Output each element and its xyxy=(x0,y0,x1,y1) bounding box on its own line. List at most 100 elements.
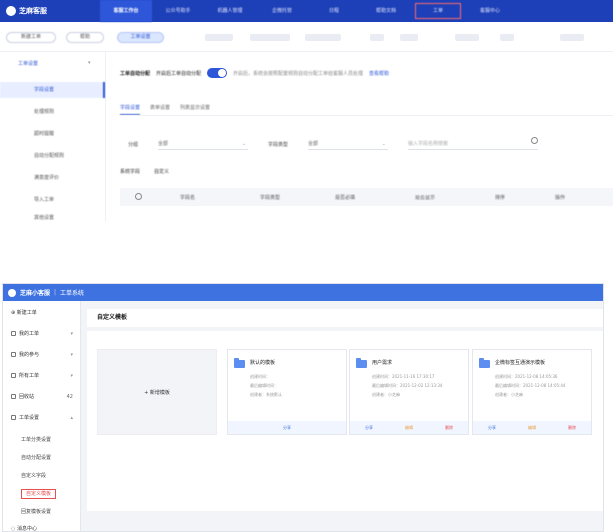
auto-assign-toggle[interactable] xyxy=(207,68,228,78)
bottom-screenshot: 芝麻小客服 | 工单系统 ⊕ 新建工单 我的工单 ▾ 我的参与 ▾ 所有工单 ▾… xyxy=(2,283,604,532)
delete-button[interactable]: 删除 xyxy=(445,425,453,431)
nav-item-help-docs[interactable]: 帮助文档 xyxy=(360,0,412,22)
field-subtabs: 系统字段 自定义 xyxy=(120,168,169,175)
column-header: 排序 xyxy=(495,195,506,201)
template-creator: 创建者：小芝麻 xyxy=(372,392,400,397)
sidebar-sub-custom-templates[interactable]: 自定义模板 xyxy=(3,488,81,500)
sidebar-item-field-settings[interactable]: 字段设置 xyxy=(0,82,105,98)
template-card[interactable]: 默认的模板 创建时间： 最后编辑时间： 创建者：系统默认 分享 xyxy=(227,349,347,435)
sidebar-item-label: 所有工单 xyxy=(19,373,40,379)
filter-type-value: 全部 xyxy=(308,141,319,147)
sidebar-item-participated[interactable]: 我的参与 ▾ xyxy=(3,349,81,361)
select-all-checkbox[interactable] xyxy=(135,193,142,200)
tab-form-settings[interactable]: 表单设置 xyxy=(150,104,170,115)
sidebar-sub-reply-templates[interactable]: 回复模板设置 xyxy=(3,506,81,518)
nav-item-workbench[interactable]: 客服工作台 xyxy=(100,0,152,22)
active-page-tab[interactable]: 工单设置 xyxy=(117,32,164,43)
help-button[interactable]: 帮助 xyxy=(66,32,104,43)
chevron-down-icon: ▾ xyxy=(70,373,73,379)
sidebar-item-all-tickets[interactable]: 所有工单 ▾ xyxy=(3,370,81,382)
add-template-button[interactable]: + 新增模板 xyxy=(97,349,217,435)
tab-field-settings[interactable]: 字段设置 xyxy=(120,104,141,115)
sidebar-item-import[interactable]: 导入工单 xyxy=(0,192,105,208)
top-logo[interactable]: 芝麻客服 xyxy=(6,5,62,17)
sidebar-header[interactable]: 工单设置 ▾ xyxy=(18,60,91,67)
nav-item-service-center[interactable]: 客服中心 xyxy=(464,0,516,22)
top-menu: 客服工作台 公众号助手 机器人管理 企微托管 日程 帮助文档 工单 客服中心 xyxy=(100,0,516,22)
toolbar-placeholder xyxy=(400,34,418,41)
auto-assign-row: 工单自动分配 开启后工单自动分配 开启后，系统会按照配置规则自动分配工单给客服人… xyxy=(120,68,389,78)
template-modified: 最后编辑时间：2021-12-08 14:05:44 xyxy=(495,383,566,388)
filter-group-select[interactable]: 全部 ⌄ xyxy=(158,138,248,150)
chevron-down-icon: ▾ xyxy=(70,331,73,337)
people-icon xyxy=(11,352,16,357)
column-header: 字段类型 xyxy=(260,195,281,201)
nav-item-official-account[interactable]: 公众号助手 xyxy=(152,0,204,22)
chevron-down-icon: ▾ xyxy=(88,60,91,66)
toolbar-placeholder xyxy=(370,34,384,41)
sidebar-item-process-rules[interactable]: 处理规则 xyxy=(0,104,105,120)
sidebar-item-recycle-bin[interactable]: 回收站 42 xyxy=(3,391,81,403)
bottom-main: 自定义模板 + 新增模板 默认的模板 创建时间： 最后编辑时间： 创建者：系统默… xyxy=(87,309,603,531)
share-button[interactable]: 分享 xyxy=(283,425,291,431)
sidebar-item-message-center[interactable]: ◌ 消息中心 xyxy=(3,523,81,532)
logo-text: 芝麻客服 xyxy=(19,7,47,15)
column-header: 操作 xyxy=(555,195,566,201)
template-creator: 创建者：系统默认 xyxy=(250,392,282,397)
delete-button[interactable]: 删除 xyxy=(568,425,576,431)
toolbar-placeholder xyxy=(305,34,341,41)
sidebar-item-label: 我的工单 xyxy=(19,331,40,337)
template-card[interactable]: 企微标签互通演示模板 创建时间：2021-12-08 14:05:36 最后编辑… xyxy=(472,349,592,435)
sidebar-sub-auto-assign[interactable]: 自动分配设置 xyxy=(3,452,81,464)
nav-item-schedule[interactable]: 日程 xyxy=(308,0,360,22)
sidebar-sub-category[interactable]: 工单分类设置 xyxy=(3,434,81,446)
top-nav-bar: 芝麻客服 客服工作台 公众号助手 机器人管理 企微托管 日程 帮助文档 工单 客… xyxy=(0,0,613,22)
toolbar-placeholder xyxy=(500,34,514,41)
bottom-sidebar: ⊕ 新建工单 我的工单 ▾ 我的参与 ▾ 所有工单 ▾ 回收站 42 工单设置 … xyxy=(3,301,81,532)
chevron-down-icon: ⌄ xyxy=(241,141,246,147)
sidebar-item-satisfaction[interactable]: 满意度评价 xyxy=(0,170,105,186)
search-icon[interactable] xyxy=(531,137,538,144)
subtab-system-fields[interactable]: 系统字段 xyxy=(120,168,140,175)
bottom-header: 芝麻小客服 | 工单系统 xyxy=(3,284,603,301)
chevron-down-icon: ▾ xyxy=(70,352,73,358)
trash-icon xyxy=(11,394,16,399)
nav-item-robot[interactable]: 机器人管理 xyxy=(204,0,256,22)
top-toolbar: 新建工单 帮助 工单设置 xyxy=(0,22,613,52)
sidebar-item-auto-assign[interactable]: 自动分配规则 xyxy=(0,148,105,164)
page-title: 自定义模板 xyxy=(87,309,603,327)
nav-item-wecom[interactable]: 企微托管 xyxy=(256,0,308,22)
toolbar-placeholder xyxy=(250,34,290,41)
subtab-custom[interactable]: 自定义 xyxy=(154,168,169,175)
nav-item-tickets[interactable]: 工单 xyxy=(412,0,464,22)
field-search-input[interactable]: 输入字段名称搜索 xyxy=(408,137,538,150)
toolbar-placeholder xyxy=(560,34,584,41)
brand-name[interactable]: 芝麻小客服 xyxy=(20,288,50,297)
share-button[interactable]: 分享 xyxy=(488,425,496,431)
sidebar-item-my-tickets[interactable]: 我的工单 ▾ xyxy=(3,328,81,340)
sidebar-item-ticket-settings[interactable]: 工单设置 ▴ xyxy=(3,412,81,424)
folder-icon xyxy=(479,358,490,368)
auto-assign-title: 工单自动分配 xyxy=(120,70,151,77)
share-button[interactable]: 分享 xyxy=(365,425,373,431)
filter-group-label: 分组 xyxy=(128,142,139,148)
tab-list-display[interactable]: 列表显示设置 xyxy=(180,104,210,115)
sidebar-item-label: 工单设置 xyxy=(19,415,40,421)
help-link[interactable]: 查看帮助 xyxy=(369,70,389,77)
search-placeholder: 输入字段名称搜索 xyxy=(408,141,449,147)
edit-button[interactable]: 编辑 xyxy=(528,425,536,431)
header-separator: | xyxy=(54,289,57,296)
filter-type-select[interactable]: 全部 ⌄ xyxy=(308,138,388,150)
filter-group-value: 全部 xyxy=(158,141,169,147)
edit-button[interactable]: 编辑 xyxy=(405,425,413,431)
new-ticket-button[interactable]: 新建工单 xyxy=(6,32,56,43)
sidebar-sub-custom-fields[interactable]: 自定义字段 xyxy=(3,470,81,482)
sidebar-item-label: 我的参与 xyxy=(19,352,40,358)
sidebar-item-timeout[interactable]: 超时提醒 xyxy=(0,126,105,142)
sidebar-item-other[interactable]: 其他设置 xyxy=(0,210,105,222)
sidebar-item-new-ticket[interactable]: ⊕ 新建工单 xyxy=(3,307,81,319)
template-created: 创建时间： xyxy=(250,374,270,379)
template-card[interactable]: 用户需求 创建时间：2021-11-16 17:30:17 最后编辑时间：202… xyxy=(349,349,469,435)
filter-bar: 分组 全部 ⌄ 字段类型 全部 ⌄ 输入字段名称搜索 xyxy=(120,137,613,152)
sidebar-item-label: 消息中心 xyxy=(16,526,37,532)
